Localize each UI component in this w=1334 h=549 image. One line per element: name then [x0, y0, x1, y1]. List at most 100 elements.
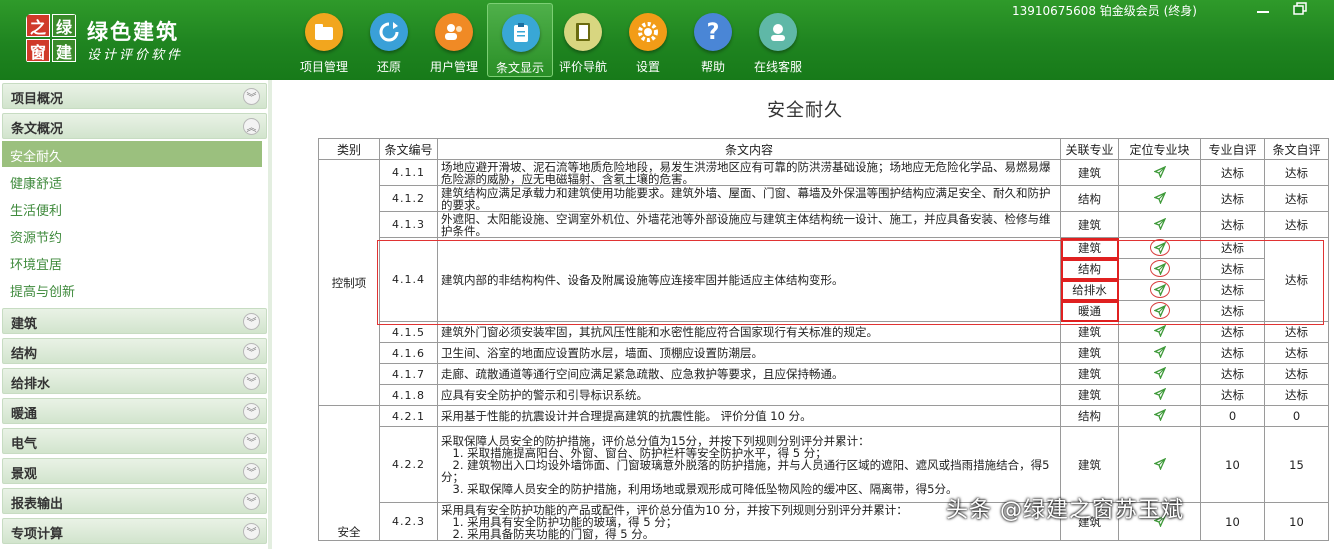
locate-pin-icon[interactable] [1149, 260, 1170, 278]
sidebar-section-hvac[interactable]: 暖通 ︾ [2, 398, 267, 424]
locate-cell[interactable] [1118, 300, 1201, 322]
dept-self-eval[interactable]: 0 [1200, 404, 1265, 428]
sidebar-item-environment[interactable]: 环境宜居 [2, 249, 262, 275]
dept-self-eval[interactable]: 达标 [1200, 279, 1265, 301]
clause-self-eval[interactable]: 达标 [1264, 321, 1329, 343]
chevron-down-icon[interactable]: ︾ [243, 493, 260, 510]
locate-pin-icon[interactable] [1149, 302, 1170, 320]
sidebar-section-special-calc[interactable]: 专项计算 ︾ [2, 518, 267, 544]
section-label: 景观 [11, 467, 38, 482]
section-label: 专项计算 [11, 527, 64, 542]
app-window: 之 绿 窗 建 绿色建筑 设计评价软件 项目管理 还原 用户管理 条文显示 评价… [0, 0, 1334, 549]
clause-self-eval[interactable]: 达标 [1264, 159, 1329, 186]
chevron-down-icon[interactable]: ︾ [243, 403, 260, 420]
restore-icon [370, 13, 408, 51]
sidebar-section-report-output[interactable]: 报表输出 ︾ [2, 488, 267, 514]
sidebar-section-landscape[interactable]: 景观 ︾ [2, 458, 267, 484]
locate-pin-icon[interactable] [1153, 217, 1167, 231]
sidebar-section-electrical[interactable]: 电气 ︾ [2, 428, 267, 454]
user-manage-button[interactable]: 用户管理 [421, 3, 487, 77]
chevron-down-icon[interactable]: ︾ [243, 463, 260, 480]
chevron-up-icon[interactable]: ︽ [243, 118, 260, 135]
clause-content: 建筑内部的非结构构件、设备及附属设施等应连接牢固并能适应主体结构变形。 [437, 237, 1061, 322]
dept-self-eval[interactable]: 达标 [1200, 185, 1265, 212]
clause-table: 类别 条文编号 条文内容 关联专业 定位专业块 专业自评 条文自评 控制项 4.1… [318, 138, 1329, 541]
locate-cell[interactable] [1118, 211, 1201, 238]
clause-self-eval[interactable]: 达标 [1264, 211, 1329, 238]
chevron-down-icon[interactable]: ︾ [243, 313, 260, 330]
locate-pin-icon[interactable] [1153, 324, 1167, 338]
sidebar-section-project-overview[interactable]: 项目概况 ︾ [2, 83, 267, 109]
locate-cell[interactable] [1118, 185, 1201, 212]
clause-id: 4.1.8 [379, 384, 438, 406]
clause-id: 4.1.2 [379, 185, 438, 212]
clause-self-eval[interactable]: 达标 [1264, 237, 1329, 322]
sidebar-item-convenience[interactable]: 生活便利 [2, 195, 262, 221]
locate-cell[interactable] [1118, 342, 1201, 364]
sidebar-item-resource-saving[interactable]: 资源节约 [2, 222, 262, 248]
chevron-down-icon[interactable]: ︾ [243, 523, 260, 540]
locate-cell[interactable] [1118, 159, 1201, 186]
watermark-text: 头条 @绿建之窗苏玉斌 [946, 498, 1184, 523]
table-row: 4.1.6 卫生间、浴室的地面应设置防水层，墙面、顶棚应设置防潮层。 建筑 达标 达标 [319, 342, 1329, 364]
locate-pin-icon[interactable] [1153, 165, 1167, 179]
clause-content: 建筑外门窗必须安装牢固，其抗风压性能和水密性能应符合国家现行有关标准的规定。 [437, 321, 1061, 343]
locate-pin-icon[interactable] [1153, 387, 1167, 401]
clause-self-eval[interactable]: 达标 [1264, 384, 1329, 406]
dept-self-eval[interactable]: 达标 [1200, 211, 1265, 238]
locate-cell[interactable] [1118, 363, 1201, 385]
sidebar-item-health-comfort[interactable]: 健康舒适 [2, 168, 262, 194]
clause-self-eval[interactable]: 达标 [1264, 342, 1329, 364]
sidebar-section-plumbing[interactable]: 给排水 ︾ [2, 368, 267, 394]
dept-self-eval[interactable]: 达标 [1200, 237, 1265, 259]
clause-self-eval[interactable]: 达标 [1264, 363, 1329, 385]
dept-self-eval[interactable]: 达标 [1200, 159, 1265, 186]
col-header-clause-self-eval: 条文自评 [1264, 138, 1329, 160]
dept-self-eval[interactable]: 达标 [1200, 321, 1265, 343]
locate-cell[interactable] [1118, 237, 1201, 259]
dept-self-eval[interactable]: 达标 [1200, 300, 1265, 322]
sidebar-section-clause-overview[interactable]: 条文概况 ︽ [2, 113, 267, 139]
locate-cell[interactable] [1118, 258, 1201, 280]
minimize-icon[interactable] [1253, 0, 1273, 18]
locate-cell[interactable] [1118, 404, 1201, 428]
locate-cell[interactable] [1118, 279, 1201, 301]
locate-pin-icon[interactable] [1153, 191, 1167, 205]
sidebar-item-innovation[interactable]: 提高与创新 [2, 276, 262, 302]
clause-content: 场地应避开滑坡、泥石流等地质危险地段，易发生洪涝地区应有可靠的防洪涝基础设施；场… [437, 159, 1061, 186]
sidebar-section-structure[interactable]: 结构 ︾ [2, 338, 267, 364]
dept-self-eval[interactable]: 达标 [1200, 258, 1265, 280]
locate-pin-icon[interactable] [1149, 281, 1170, 299]
locate-pin-icon[interactable] [1153, 366, 1167, 380]
dept-self-eval[interactable]: 达标 [1200, 384, 1265, 406]
locate-pin-icon[interactable] [1153, 408, 1167, 422]
online-support-button[interactable]: 在线客服 [745, 3, 811, 77]
sidebar-item-safety-durability[interactable]: 安全耐久 [2, 141, 262, 167]
sidebar-section-architecture[interactable]: 建筑 ︾ [2, 308, 267, 334]
clause-self-eval[interactable]: 0 [1264, 404, 1329, 428]
category-cell: 控制项 [318, 159, 380, 406]
dept-self-eval[interactable]: 达标 [1200, 363, 1265, 385]
clause-self-eval[interactable]: 达标 [1264, 185, 1329, 212]
locate-pin-icon[interactable] [1153, 345, 1167, 359]
related-dept: 建筑 [1060, 159, 1119, 186]
folder-icon [305, 13, 343, 51]
col-header-content: 条文内容 [437, 138, 1061, 160]
chevron-down-icon[interactable]: ︾ [243, 88, 260, 105]
maximize-icon[interactable] [1290, 0, 1310, 18]
chevron-down-icon[interactable]: ︾ [243, 343, 260, 360]
dept-self-eval[interactable]: 达标 [1200, 342, 1265, 364]
chevron-down-icon[interactable]: ︾ [243, 373, 260, 390]
locate-cell[interactable] [1118, 321, 1201, 343]
chevron-down-icon[interactable]: ︾ [243, 433, 260, 450]
locate-pin-icon[interactable] [1153, 457, 1167, 471]
category-label: 安全 [337, 525, 361, 539]
related-dept: 建筑 [1060, 237, 1119, 259]
locate-cell[interactable] [1118, 384, 1201, 406]
clause-content: 采用基于性能的抗震设计并合理提高建筑的抗震性能。 评价分值 10 分。 [437, 404, 1061, 428]
locate-pin-icon[interactable] [1149, 239, 1170, 257]
table-row: 4.1.7 走廊、疏散通道等通行空间应满足紧急疏散、应急救护等要求，且应保持畅通。… [319, 363, 1329, 385]
gear-icon [629, 13, 667, 51]
book-icon [564, 13, 602, 51]
table-row: 4.1.5 建筑外门窗必须安装牢固，其抗风压性能和水密性能应符合国家现行有关标准的… [319, 321, 1329, 343]
